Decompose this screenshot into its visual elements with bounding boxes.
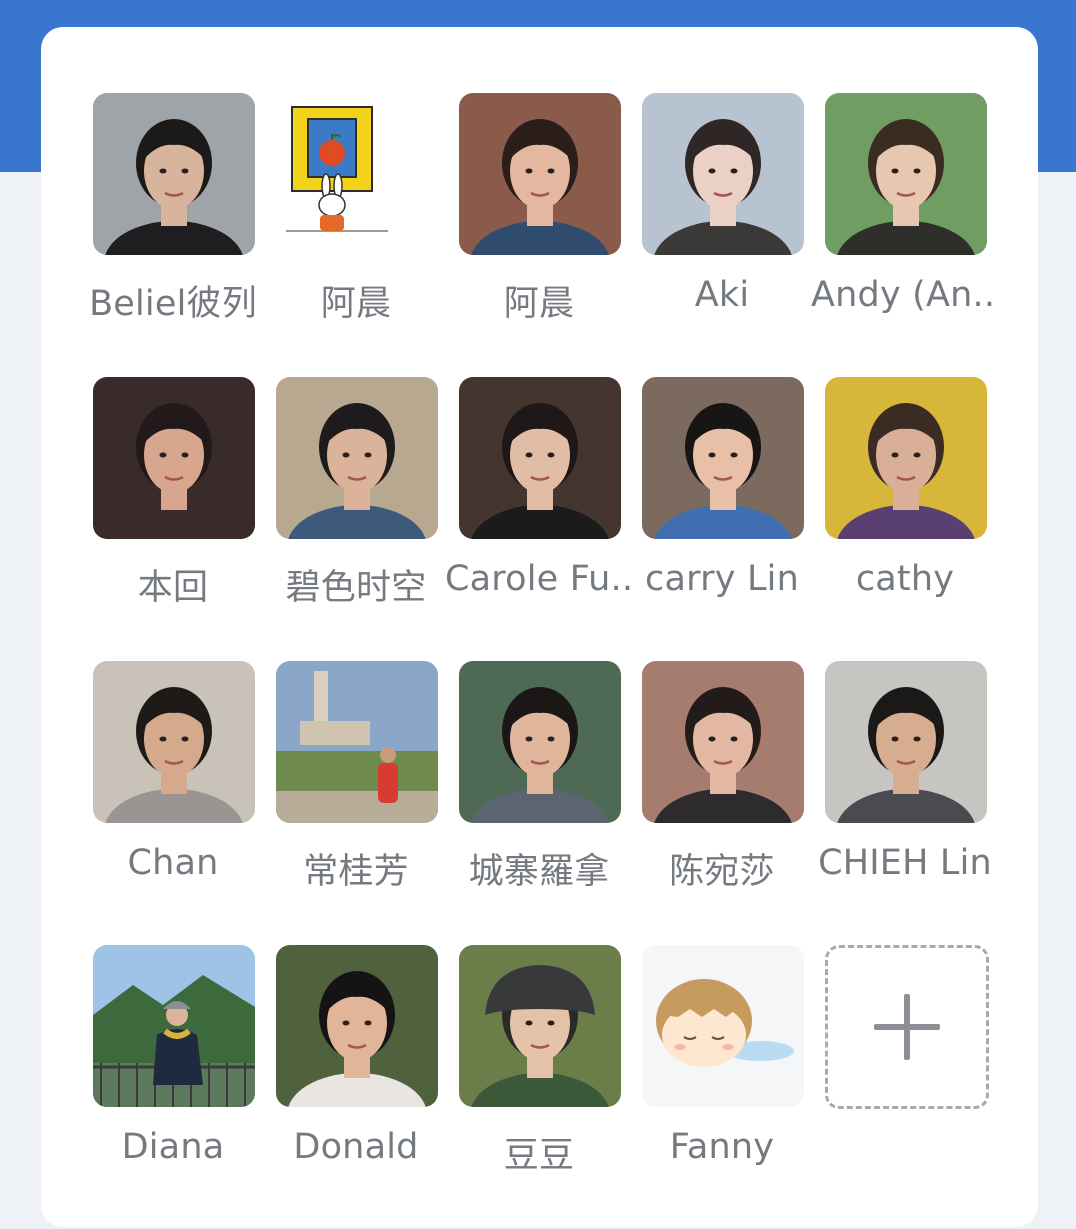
member-avatar[interactable] <box>459 661 621 823</box>
member-avatar[interactable] <box>93 377 255 539</box>
member-tile[interactable]: Fanny <box>636 945 804 1229</box>
member-avatar[interactable] <box>276 945 438 1107</box>
member-name: carry Lin <box>645 559 799 599</box>
member-name: 常桂芳 <box>303 852 409 892</box>
member-avatar[interactable] <box>642 945 804 1107</box>
member-tile[interactable]: 碧色时空 <box>270 377 438 661</box>
member-name: 城寨羅拿 <box>468 852 610 892</box>
member-tile[interactable]: 豆豆 <box>453 945 621 1229</box>
add-member-button[interactable] <box>825 945 989 1109</box>
member-name: 碧色时空 <box>285 568 427 608</box>
member-name: cathy <box>855 559 955 599</box>
member-avatar[interactable] <box>825 661 987 823</box>
member-avatar[interactable] <box>825 377 987 539</box>
member-tile[interactable]: Beliel彼列 <box>87 93 257 377</box>
member-avatar[interactable] <box>93 93 255 255</box>
member-tile[interactable]: Carole Fu... <box>445 377 633 661</box>
member-name: 阿晨 <box>503 284 575 324</box>
member-name: 豆豆 <box>503 1136 575 1176</box>
member-tile[interactable]: Donald <box>270 945 438 1229</box>
member-tile[interactable]: 常桂芳 <box>270 661 438 945</box>
member-name: Fanny <box>669 1127 775 1167</box>
member-avatar[interactable] <box>459 945 621 1107</box>
member-tile[interactable]: 本回 <box>87 377 255 661</box>
members-grid: Beliel彼列 阿晨 阿晨 Aki Andy (An... 本回 碧色时空 Carole F… <box>87 93 1007 1229</box>
member-name: Diana <box>121 1127 225 1167</box>
member-tile[interactable]: cathy <box>819 377 987 661</box>
plus-icon <box>874 994 940 1060</box>
member-name: Andy (An... <box>811 275 999 315</box>
member-name: Beliel彼列 <box>89 284 257 324</box>
member-avatar[interactable] <box>93 661 255 823</box>
member-tile[interactable]: carry Lin <box>636 377 804 661</box>
member-avatar[interactable] <box>93 945 255 1107</box>
member-avatar[interactable] <box>642 93 804 255</box>
member-tile[interactable]: Chan <box>87 661 255 945</box>
member-avatar[interactable] <box>276 93 438 255</box>
member-avatar[interactable] <box>276 661 438 823</box>
member-tile[interactable]: 城寨羅拿 <box>453 661 621 945</box>
member-tile[interactable]: 阿晨 <box>453 93 621 377</box>
member-name: 陈宛莎 <box>669 852 775 892</box>
add-member-tile[interactable] <box>819 945 989 1229</box>
member-tile[interactable]: Aki <box>636 93 804 377</box>
member-tile[interactable]: Diana <box>87 945 255 1229</box>
member-name: Aki <box>694 275 750 315</box>
member-avatar[interactable] <box>276 377 438 539</box>
member-name: 阿晨 <box>320 284 392 324</box>
member-name: CHIEH Lin <box>818 843 992 883</box>
member-name: Donald <box>293 1127 419 1167</box>
member-avatar[interactable] <box>642 377 804 539</box>
member-tile[interactable]: 阿晨 <box>270 93 438 377</box>
member-name: Carole Fu... <box>445 559 633 599</box>
member-tile[interactable]: 陈宛莎 <box>636 661 804 945</box>
member-name: Chan <box>127 843 219 883</box>
member-avatar[interactable] <box>825 93 987 255</box>
member-avatar[interactable] <box>459 93 621 255</box>
member-tile[interactable]: CHIEH Lin <box>818 661 992 945</box>
member-avatar[interactable] <box>642 661 804 823</box>
member-tile[interactable]: Andy (An... <box>811 93 999 377</box>
member-name: 本回 <box>137 568 209 608</box>
member-avatar[interactable] <box>459 377 621 539</box>
